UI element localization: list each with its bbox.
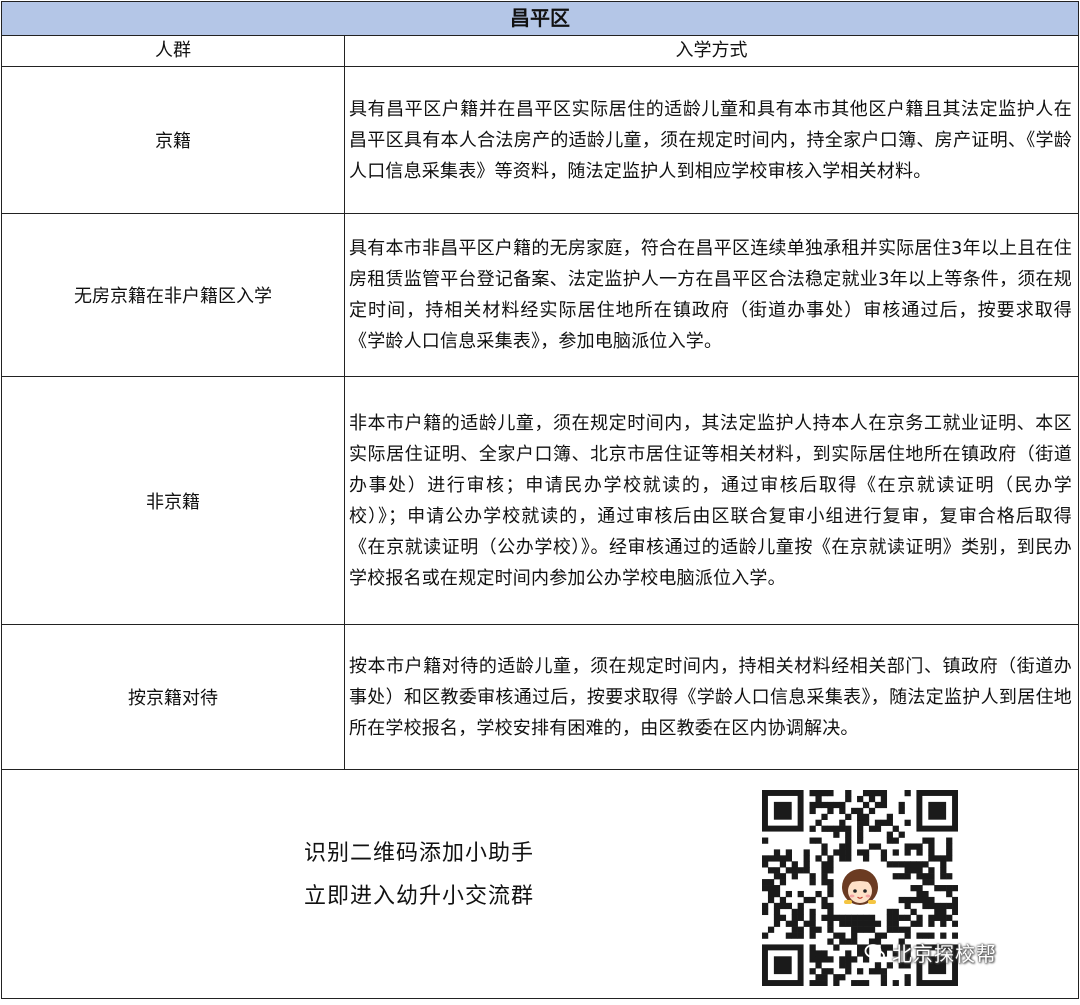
group-cell: 非京籍	[1, 376, 345, 625]
table-row: 京籍 具有昌平区户籍并在昌平区实际居住的适龄儿童和具有本市其他区户籍且其法定监护…	[1, 66, 1079, 214]
method-cell: 非本市户籍的适龄儿童，须在规定时间内，其法定监护人持本人在京务工就业证明、本区实…	[344, 376, 1079, 625]
wechat-icon	[864, 942, 886, 964]
table-title: 昌平区	[1, 1, 1079, 36]
group-cell: 无房京籍在非户籍区入学	[1, 213, 345, 377]
method-cell: 具有昌平区户籍并在昌平区实际居住的适龄儿童和具有本市其他区户籍且其法定监护人在昌…	[344, 66, 1079, 214]
footer-row: 识别二维码添加小助手 立即进入幼升小交流群 北京探校帮	[1, 769, 1079, 999]
footer-cell: 识别二维码添加小助手 立即进入幼升小交流群 北京探校帮	[1, 769, 1079, 999]
footer-line-2: 立即进入幼升小交流群	[304, 884, 535, 909]
header-row: 人群 入学方式	[1, 35, 1079, 67]
group-cell: 按京籍对待	[1, 624, 345, 770]
cartoon-girl-avatar-icon	[839, 867, 881, 909]
method-cell: 具有本市非昌平区户籍的无房家庭，符合在昌平区连续单独承租并实际居住3年以上且在住…	[344, 213, 1079, 377]
footer-line-1: 识别二维码添加小助手	[304, 841, 535, 866]
column-header-group: 人群	[1, 35, 345, 67]
column-header-method: 入学方式	[344, 35, 1079, 67]
policy-sheet: 昌平区 人群 入学方式 京籍 具有昌平区户籍并在昌平区实际居住的适龄儿童和具有本…	[0, 0, 1080, 1005]
watermark-text: 北京探校帮	[892, 942, 997, 966]
table-row: 无房京籍在非户籍区入学 具有本市非昌平区户籍的无房家庭，符合在昌平区连续单独承租…	[1, 213, 1079, 377]
method-cell: 按本市户籍对待的适龄儿童，须在规定时间内，持相关材料经相关部门、镇政府（街道办事…	[344, 624, 1079, 770]
group-cell: 京籍	[1, 66, 345, 214]
table-row: 非京籍 非本市户籍的适龄儿童，须在规定时间内，其法定监护人持本人在京务工就业证明…	[1, 376, 1079, 625]
watermark: 北京探校帮	[864, 938, 997, 967]
table-row: 按京籍对待 按本市户籍对待的适龄儿童，须在规定时间内，持相关材料经相关部门、镇政…	[1, 624, 1079, 770]
footer-caption: 识别二维码添加小助手 立即进入幼升小交流群	[304, 832, 534, 918]
title-row: 昌平区	[1, 1, 1079, 36]
admission-policy-table: 昌平区 人群 入学方式 京籍 具有昌平区户籍并在昌平区实际居住的适龄儿童和具有本…	[1, 1, 1079, 999]
